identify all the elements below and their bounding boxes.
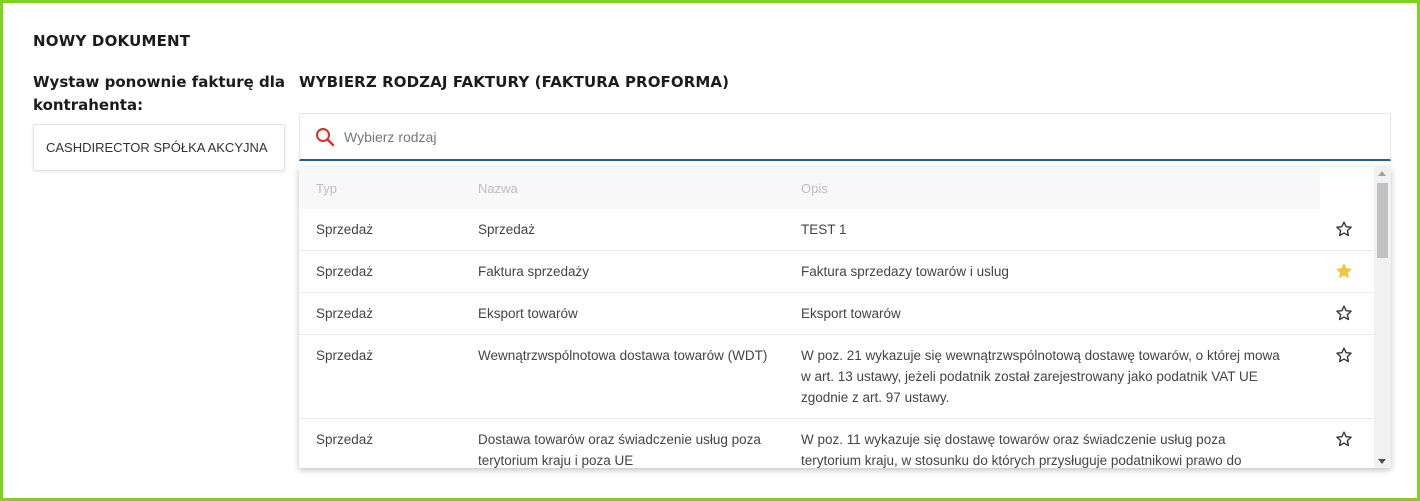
- table-row[interactable]: Sprzedaż Faktura sprzedaży Faktura sprze…: [299, 251, 1374, 293]
- table-row[interactable]: Sprzedaż Eksport towarów Eksport towarów: [299, 293, 1374, 335]
- cell-opis: Faktura sprzedazy towarów i uslug: [801, 264, 1009, 279]
- scroll-down-arrow-icon[interactable]: [1378, 459, 1386, 464]
- star-outline-icon[interactable]: [1335, 304, 1355, 324]
- contractor-field[interactable]: CASHDIRECTOR SPÓŁKA AKCYJNA: [33, 124, 285, 171]
- column-header-nazwa: Nazwa: [478, 181, 518, 196]
- table-row[interactable]: Sprzedaż Wewnątrzwspólnotowa dostawa tow…: [299, 335, 1374, 419]
- cell-nazwa: Dostawa towarów oraz świadczenie usług p…: [478, 432, 761, 468]
- dropdown-scrollbar[interactable]: [1374, 167, 1391, 468]
- star-outline-icon[interactable]: [1335, 220, 1355, 240]
- cell-typ: Sprzedaż: [316, 264, 374, 279]
- column-header-opis: Opis: [801, 181, 828, 196]
- cell-nazwa: Faktura sprzedaży: [478, 264, 590, 279]
- star-outline-icon[interactable]: [1335, 430, 1355, 450]
- invoice-type-search[interactable]: [299, 113, 1391, 161]
- column-header-typ: Typ: [316, 181, 337, 196]
- cell-opis: TEST 1: [801, 222, 847, 237]
- search-icon: [314, 126, 336, 148]
- contractor-value: CASHDIRECTOR SPÓŁKA AKCYJNA: [46, 140, 268, 155]
- star-outline-icon[interactable]: [1335, 346, 1355, 366]
- invoice-type-dropdown: Typ Nazwa Opis Sprzedaż Sprzedaż TEST 1 …: [299, 167, 1391, 468]
- cell-nazwa: Sprzedaż: [478, 222, 536, 237]
- cell-opis: W poz. 21 wykazuje się wewnątrzwspólnoto…: [801, 348, 1280, 405]
- cell-typ: Sprzedaż: [316, 222, 374, 237]
- table-row[interactable]: Sprzedaż Dostawa towarów oraz świadczeni…: [299, 419, 1374, 468]
- cell-typ: Sprzedaż: [316, 348, 374, 363]
- scroll-up-arrow-icon[interactable]: [1378, 171, 1386, 176]
- scrollbar-thumb[interactable]: [1377, 183, 1388, 258]
- table-row[interactable]: Sprzedaż Sprzedaż TEST 1: [299, 209, 1374, 251]
- search-input[interactable]: [344, 128, 1390, 145]
- invoice-type-heading: WYBIERZ RODZAJ FAKTURY (FAKTURA PROFORMA…: [299, 73, 730, 91]
- cell-typ: Sprzedaż: [316, 306, 374, 321]
- page-frame: NOWY DOKUMENT Wystaw ponownie fakturę dl…: [0, 0, 1420, 501]
- reissue-heading: Wystaw ponownie fakturę dla kontrahenta:: [33, 73, 285, 114]
- cell-opis: W poz. 11 wykazuje się dostawę towarów o…: [801, 432, 1242, 468]
- page-title: NOWY DOKUMENT: [33, 32, 191, 50]
- cell-nazwa: Eksport towarów: [478, 306, 578, 321]
- cell-typ: Sprzedaż: [316, 432, 374, 447]
- cell-opis: Eksport towarów: [801, 306, 901, 321]
- table-header: Typ Nazwa Opis: [299, 167, 1320, 209]
- star-filled-icon[interactable]: [1335, 262, 1355, 282]
- cell-nazwa: Wewnątrzwspólnotowa dostawa towarów (WDT…: [478, 348, 768, 363]
